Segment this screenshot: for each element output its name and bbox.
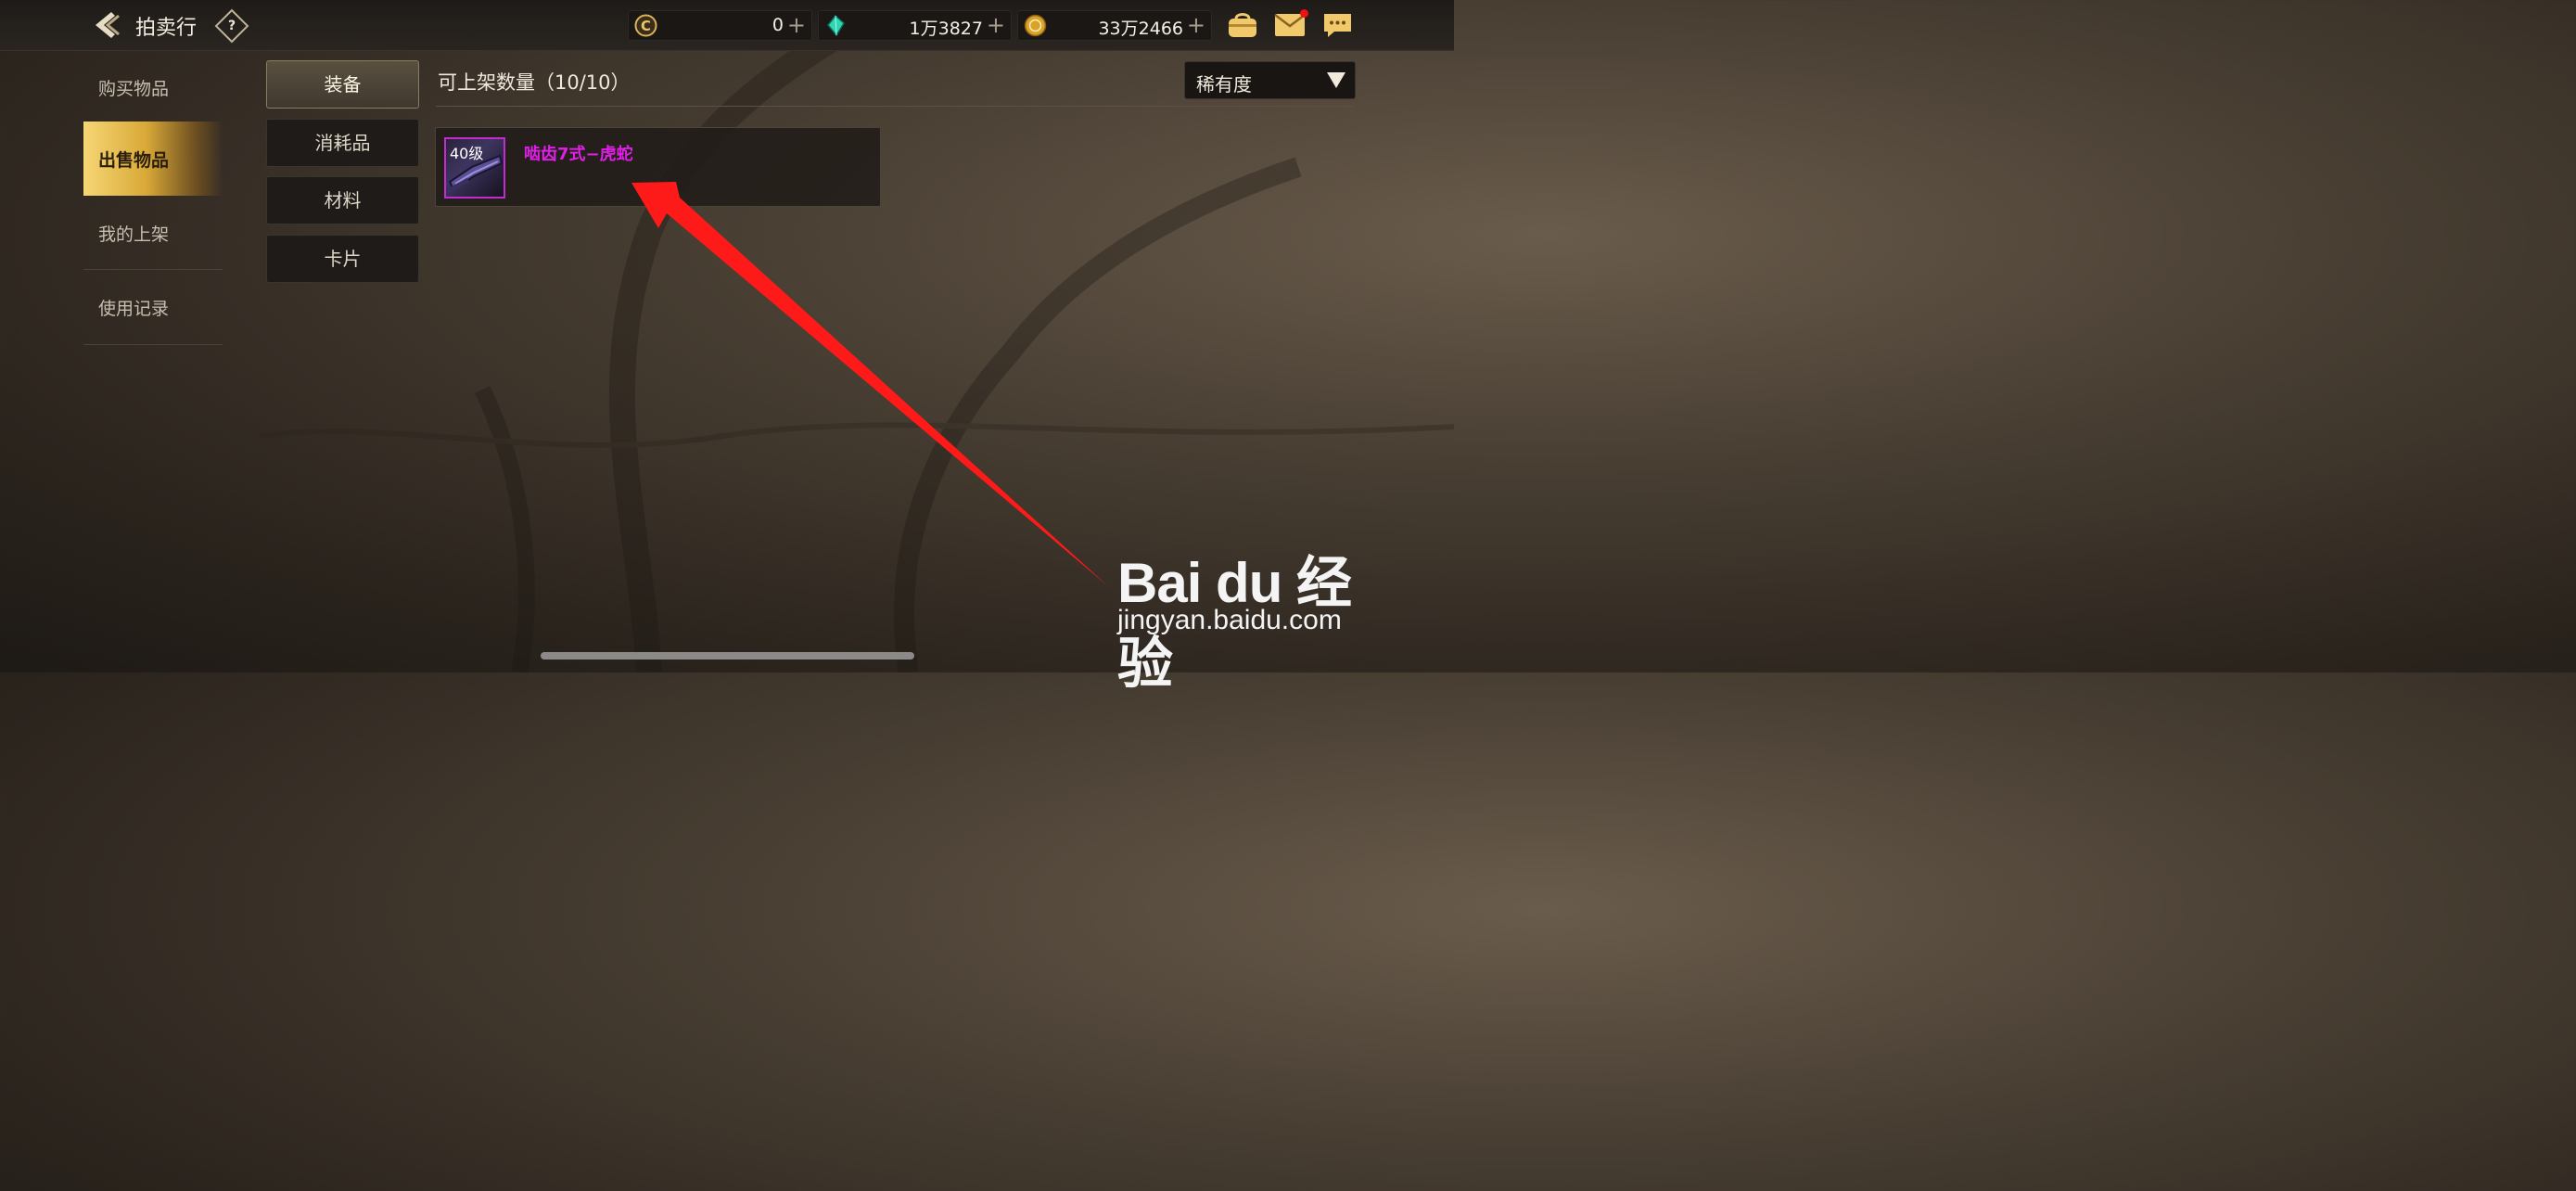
help-question-icon: ? [227,19,236,33]
home-indicator[interactable] [541,652,914,660]
category-consumables[interactable]: 消耗品 [266,119,419,167]
item-name: 啮齿7式−虎蛇 [524,145,633,164]
category-materials[interactable]: 材料 [266,176,419,224]
currency-diamond: 1万3827 + [818,10,1012,41]
rarity-sort-dropdown[interactable]: 稀有度 [1184,61,1356,99]
sidebar-item-history[interactable]: 使用记录 [83,270,223,344]
currency-gold: 33万2466 + [1017,10,1212,41]
item-level: 40级 [450,145,484,162]
gold-coin-icon [1024,14,1047,37]
inventory-item-row[interactable]: 40级 啮齿7式−虎蛇 [435,127,881,207]
bag-icon[interactable] [1227,11,1258,39]
add-currency-button[interactable]: + [787,12,806,38]
currency-value: 1万3827 [909,19,983,39]
watermark-url: jingyan.baidu.com [1117,605,1342,635]
list-divider [436,106,1354,107]
svg-text:C: C [641,18,651,34]
back-arrow-icon[interactable] [91,9,126,41]
sort-label: 稀有度 [1196,73,1252,96]
currency-value: 33万2466 [1098,19,1183,39]
notification-dot [1300,9,1308,18]
sidebar-item-buy[interactable]: 购买物品 [83,50,223,124]
annotation-arrow-shape [631,182,1108,586]
sidebar: 购买物品 出售物品 我的上架 使用记录 [83,50,250,672]
c-coin-icon: C [634,14,657,37]
sidebar-divider [83,344,223,345]
category-cards[interactable]: 卡片 [266,235,419,283]
diamond-icon [827,14,845,37]
page-title: 拍卖行 [135,17,198,40]
help-button[interactable]: ? [214,8,249,44]
sidebar-item-my-listings[interactable]: 我的上架 [83,196,223,270]
sidebar-item-sell[interactable]: 出售物品 [83,122,223,196]
top-bar: 拍卖行 ? C 0 + 1万3827 + 33万2466 + [0,0,1454,51]
item-thumbnail: 40级 [444,137,505,198]
currency-c-coin: C 0 + [628,10,812,41]
baidu-watermark: Bai du 经验 jingyan.baidu.com [1117,518,1377,695]
chat-icon[interactable] [1322,12,1353,39]
chevron-down-icon [1327,72,1345,88]
listing-capacity-title: 可上架数量（10/10） [438,71,631,94]
currency-value: 0 [772,15,784,35]
add-currency-button[interactable]: + [1187,12,1205,38]
add-currency-button[interactable]: + [987,12,1005,38]
category-equipment[interactable]: 装备 [266,60,419,109]
